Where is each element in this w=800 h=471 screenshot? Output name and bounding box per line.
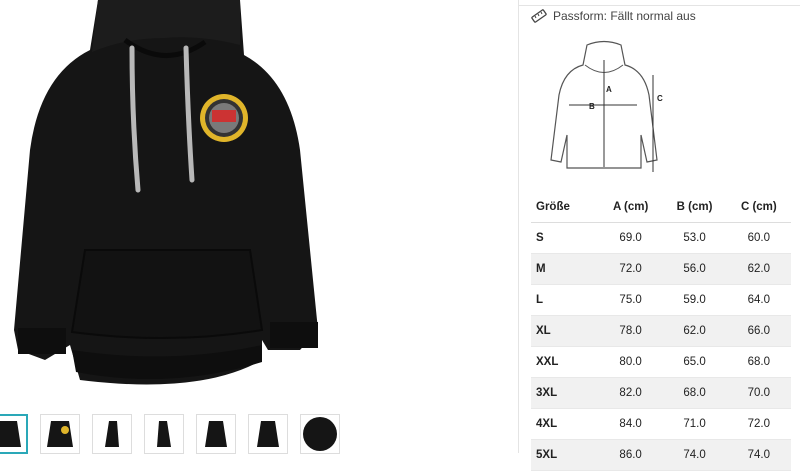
fit-label: Passform: Fällt normal aus: [553, 9, 696, 23]
table-row: XL 78.0 62.0 66.0: [531, 315, 791, 347]
cell-c: 72.0: [726, 408, 791, 440]
cell-b: 59.0: [662, 284, 727, 316]
cell-a: 80.0: [598, 346, 663, 378]
cell-c: 62.0: [726, 253, 791, 285]
cell-b: 74.0: [662, 439, 727, 471]
cell-a: 84.0: [598, 408, 663, 440]
cell-size: 3XL: [531, 377, 599, 409]
cell-b: 53.0: [662, 222, 727, 254]
thumbnail-back-left[interactable]: [196, 414, 236, 454]
cell-b: 71.0: [662, 408, 727, 440]
cell-a: 69.0: [598, 222, 663, 254]
label-c: C: [657, 94, 663, 103]
thumbnail-back-right[interactable]: [248, 414, 288, 454]
table-row: 3XL 82.0 68.0 70.0: [531, 377, 791, 409]
table-row: S 69.0 53.0 60.0: [531, 222, 791, 254]
divider: [519, 5, 800, 6]
cell-size: XL: [531, 315, 599, 347]
table-row: 4XL 84.0 71.0 72.0: [531, 408, 791, 440]
cell-a: 78.0: [598, 315, 663, 347]
cell-c: 70.0: [726, 377, 791, 409]
cell-c: 66.0: [726, 315, 791, 347]
cell-b: 62.0: [662, 315, 727, 347]
thumbnail-front-alt[interactable]: [40, 414, 80, 454]
cell-c: 68.0: [726, 346, 791, 378]
cell-size: 5XL: [531, 439, 599, 471]
fit-info: Passform: Fällt normal aus: [531, 9, 696, 23]
table-header-row: Größe A (cm) B (cm) C (cm): [531, 192, 791, 223]
cell-size: L: [531, 284, 599, 316]
cell-size: M: [531, 253, 599, 285]
cell-a: 86.0: [598, 439, 663, 471]
size-table: Größe A (cm) B (cm) C (cm) S 69.0 53.0 60.0…: [531, 192, 791, 471]
thumbnail-side-left[interactable]: [92, 414, 132, 454]
cell-a: 75.0: [598, 284, 663, 316]
size-panel: Passform: Fällt normal aus A B C Größe A…: [519, 0, 800, 471]
table-row: L 75.0 59.0 64.0: [531, 284, 791, 316]
badge-logo: [200, 94, 248, 142]
header-a: A (cm): [598, 192, 663, 223]
table-row: 5XL 86.0 74.0 74.0: [531, 439, 791, 471]
thumbnail-strip: [0, 414, 340, 454]
header-c: C (cm): [726, 192, 791, 223]
cell-a: 82.0: [598, 377, 663, 409]
label-b: B: [589, 102, 595, 111]
measurement-diagram: A B C: [550, 40, 663, 172]
thumbnail-front[interactable]: [0, 414, 28, 454]
header-b: B (cm): [662, 192, 727, 223]
cell-b: 65.0: [662, 346, 727, 378]
cell-b: 68.0: [662, 377, 727, 409]
table-row: M 72.0 56.0 62.0: [531, 253, 791, 285]
cell-c: 64.0: [726, 284, 791, 316]
cell-a: 72.0: [598, 253, 663, 285]
header-size: Größe: [531, 192, 599, 223]
product-image-area: [0, 0, 518, 454]
product-image[interactable]: [0, 0, 518, 410]
thumbnail-fabric-detail[interactable]: [300, 414, 340, 454]
table-row: XXL 80.0 65.0 68.0: [531, 346, 791, 378]
cell-size: 4XL: [531, 408, 599, 440]
thumbnail-side-right[interactable]: [144, 414, 184, 454]
cell-size: S: [531, 222, 599, 254]
ruler-icon: [531, 9, 547, 23]
label-a: A: [606, 85, 612, 94]
cell-c: 60.0: [726, 222, 791, 254]
cell-b: 56.0: [662, 253, 727, 285]
cell-size: XXL: [531, 346, 599, 378]
cell-c: 74.0: [726, 439, 791, 471]
